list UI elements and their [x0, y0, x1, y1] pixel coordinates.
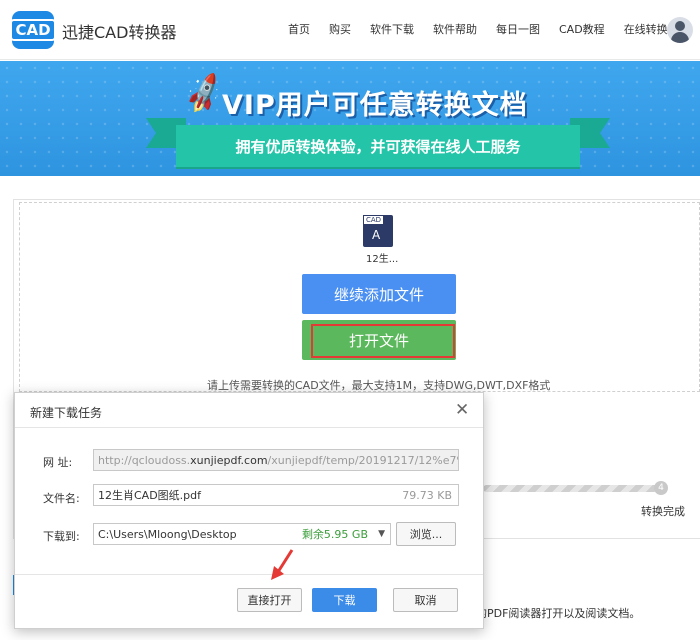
dialog-footer-divider [15, 574, 483, 575]
free-space: 剩余5.95 GB [301, 528, 368, 541]
banner-title: VIP用户可任意转换文档 [222, 90, 528, 121]
close-icon[interactable]: ✕ [455, 400, 469, 420]
dialog-title: 新建下载任务 [30, 406, 103, 420]
nav-item-help[interactable]: 软件帮助 [433, 21, 477, 37]
avatar-head [675, 21, 685, 31]
upload-hint: 请上传需要转换的CAD文件，最大支持1M，支持DWG,DWT,DXF格式 [207, 379, 551, 392]
user-avatar-icon[interactable] [667, 17, 693, 43]
url-domain: xunjiepdf.com [190, 453, 268, 467]
nav-item-buy[interactable]: 购买 [329, 21, 351, 37]
logo-text: CAD [10, 19, 56, 41]
file-glyph-icon: A [372, 228, 381, 242]
dialog-divider [15, 427, 483, 428]
banner-subtitle: 拥有优质转换体验，并可获得在线人工服务 [176, 125, 580, 167]
nav-item-download[interactable]: 软件下载 [370, 21, 414, 37]
top-header: CAD 迅捷CAD转换器 首页 购买 软件下载 软件帮助 每日一图 CAD教程 … [0, 0, 700, 60]
top-nav: 首页 购买 软件下载 软件帮助 每日一图 CAD教程 在线转换 [288, 21, 687, 37]
save-path-select[interactable]: C:\Users\Mloong\Desktop 剩余5.95 GB ▼ [93, 523, 391, 545]
brand-name[interactable]: 迅捷CAD转换器 [62, 19, 176, 43]
url-suffix: /xunjiepdf/temp/20191217/12%e7%9 [267, 453, 459, 467]
url-prefix: http://qcloudoss. [98, 453, 191, 467]
nav-item-daily[interactable]: 每日一图 [496, 21, 540, 37]
highlight-box [311, 324, 455, 358]
pointer-arrow-icon [271, 549, 294, 580]
browse-button[interactable]: 浏览... [396, 522, 456, 546]
open-file-button[interactable]: 打开文件 [302, 320, 456, 360]
file-size: 79.73 KB [402, 488, 452, 502]
cancel-button[interactable]: 取消 [393, 588, 458, 612]
cad-file-icon[interactable]: CAD A [363, 215, 393, 247]
direct-open-button[interactable]: 直接打开 [237, 588, 302, 612]
nav-item-home[interactable]: 首页 [288, 21, 310, 37]
file-name-value: 12生肖CAD图纸.pdf [98, 489, 202, 502]
file-name-label: 文件名: [43, 492, 80, 505]
add-files-button[interactable]: 继续添加文件 [302, 274, 456, 314]
save-path-label: 下载到: [43, 530, 80, 543]
step-number-badge: 4 [654, 481, 668, 495]
step-label: 转换完成 [641, 505, 685, 518]
file-name-field[interactable]: 12生肖CAD图纸.pdf 79.73 KB [93, 484, 459, 506]
avatar-body [671, 32, 689, 43]
save-path-value: C:\Users\Mloong\Desktop [98, 527, 237, 541]
nav-item-tutorial[interactable]: CAD教程 [559, 21, 605, 37]
url-field[interactable]: http://qcloudoss. xunjiepdf.com/xunjiepdf… [93, 449, 459, 471]
app-logo[interactable]: CAD [10, 11, 56, 49]
chevron-down-icon[interactable]: ▼ [378, 529, 385, 539]
download-button[interactable]: 下载 [312, 588, 377, 612]
nav-item-online[interactable]: 在线转换 [624, 21, 668, 37]
uploaded-file-name: 12生... [366, 254, 399, 265]
file-type-tag: CAD [363, 215, 385, 225]
bottom-description: 的PDF阅读器打开以及阅读文档。 [476, 607, 641, 620]
progress-bar [483, 485, 663, 492]
url-label: 网 址: [43, 456, 73, 469]
new-download-dialog: 新建下载任务 ✕ 网 址: http://qcloudoss. xunjiepdf… [14, 392, 484, 629]
